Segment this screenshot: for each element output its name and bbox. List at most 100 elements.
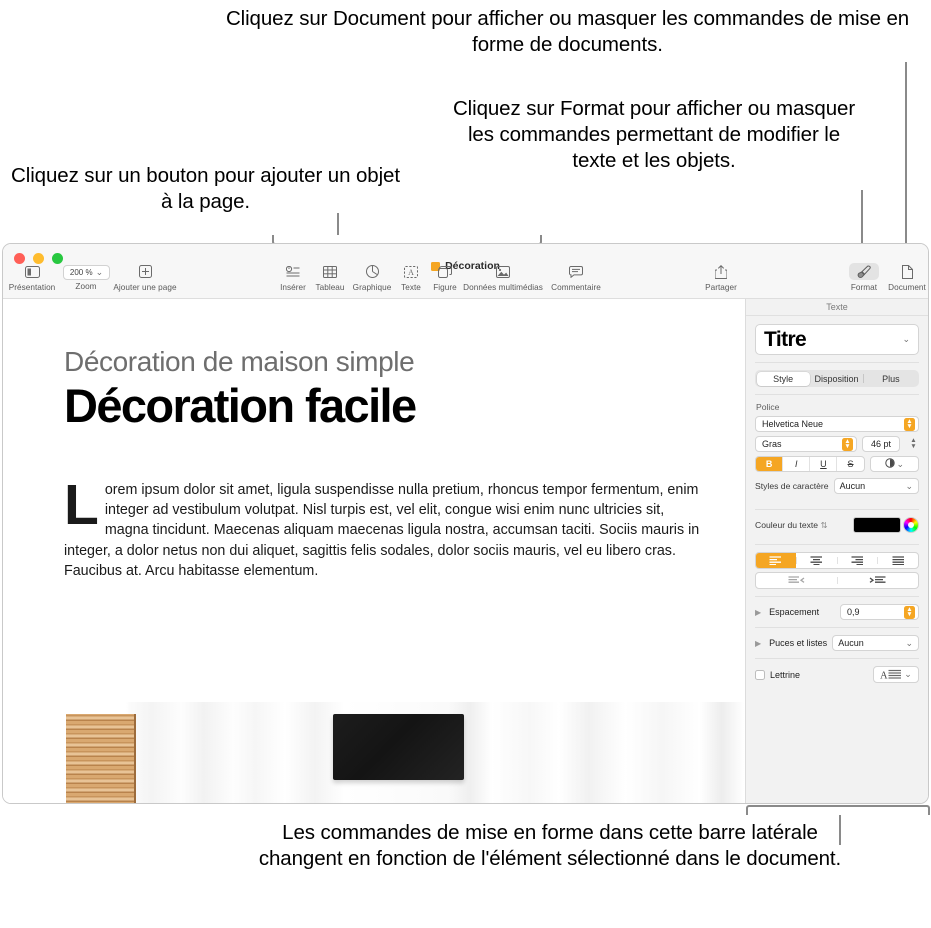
document-icon: [894, 263, 921, 280]
toolbar-label-add-page: Ajouter une page: [113, 283, 177, 292]
font-size-field[interactable]: 46 pt: [862, 436, 900, 452]
font-section: Police Helvetica Neue ▲▼ Gras ▲▼ 46 pt: [746, 402, 928, 502]
callout-sidebar-text: Les commandes de mise en forme dans cett…: [258, 821, 842, 870]
chevron-down-icon: ⌄: [896, 458, 905, 469]
leader-line-sidebar-stem: [839, 815, 841, 845]
sidebar-header: Texte: [746, 299, 928, 316]
color-wheel-icon[interactable]: [903, 517, 919, 533]
document-canvas[interactable]: Décoration de maison simple Décoration f…: [3, 299, 745, 803]
italic-button[interactable]: I: [783, 457, 811, 471]
font-weight-popup[interactable]: Gras ▲ ▼: [755, 436, 857, 452]
toolbar-button-share[interactable]: Partager: [682, 263, 760, 292]
character-styles-row: Styles de caractère Aucun ⌄: [755, 478, 919, 494]
divider: [755, 362, 919, 363]
tab-plus[interactable]: Plus: [864, 372, 917, 386]
chevron-down-icon: ⌄: [905, 480, 913, 491]
align-center-button[interactable]: [797, 553, 837, 568]
share-icon: [707, 263, 735, 280]
text-options-popup[interactable]: ⌄: [869, 456, 919, 472]
leader-line-document: [905, 62, 907, 258]
divider: [755, 509, 919, 510]
indent-icon: [869, 576, 886, 583]
bold-button[interactable]: B: [756, 457, 784, 471]
format-sidebar: Texte Titre ⌄ Style Disposition Plus Pol…: [745, 299, 928, 803]
dropcap-checkbox[interactable]: [755, 669, 765, 680]
chevron-down-icon: ⌄: [95, 267, 104, 277]
spacing-field[interactable]: 0,9 ▲ ▼: [840, 604, 919, 620]
tab-disposition-label: Disposition: [814, 373, 859, 384]
divider: [755, 658, 919, 659]
dropcap-style-popup[interactable]: A ⌄: [873, 666, 919, 683]
chevron-down-icon: ⌄: [904, 669, 912, 679]
tab-style-label: Style: [773, 373, 794, 384]
sort-toggle-icon[interactable]: ⇅: [820, 520, 827, 530]
align-right-button[interactable]: [838, 553, 878, 568]
chevron-down-icon: ⌄: [905, 637, 913, 648]
toolbar-label-share: Partager: [705, 283, 737, 292]
dropcap-section: Lettrine A ⌄: [746, 666, 928, 691]
tab-disposition[interactable]: Disposition: [810, 372, 863, 386]
toolbar-label-comment: Commentaire: [551, 283, 601, 292]
bullets-row: ▶ Puces et listes Aucun ⌄: [755, 635, 919, 651]
dropcap-label: Lettrine: [770, 669, 801, 680]
font-family-popup[interactable]: Helvetica Neue ▲ ▼: [755, 416, 919, 432]
align-center-icon: [810, 556, 823, 565]
document-body-text[interactable]: Lorem ipsum dolor sit amet, ligula suspe…: [64, 473, 709, 581]
font-size-stepper-icon[interactable]: ▲ ▼: [908, 437, 919, 452]
outdent-button[interactable]: [756, 573, 837, 588]
font-weight-stepper-icon[interactable]: ▲ ▼: [842, 437, 853, 451]
divider: [755, 394, 919, 395]
divider: [755, 627, 919, 628]
disclosure-triangle-icon[interactable]: ▶: [755, 608, 761, 617]
comment-icon: [561, 263, 591, 280]
document-eyebrow[interactable]: Décoration de maison simple: [64, 346, 701, 378]
indent-button[interactable]: [838, 573, 919, 588]
typeface-style-row: B I U S ⌄: [755, 456, 919, 472]
text-color-controls: [853, 517, 919, 533]
paragraph-style-popup[interactable]: Titre ⌄: [755, 324, 919, 355]
align-justify-button[interactable]: [878, 553, 918, 568]
photo-wood-slats: [66, 714, 136, 803]
callout-insert-text: Cliquez sur un bouton pour ajouter un ob…: [11, 164, 400, 213]
bullets-popup[interactable]: Aucun ⌄: [832, 635, 919, 651]
toolbar-button-document[interactable]: Document: [868, 263, 928, 292]
indent-buttons: [755, 572, 919, 589]
sidebar-header-label: Texte: [826, 302, 848, 312]
font-weight-value: Gras: [762, 439, 782, 449]
spacing-row: ▶ Espacement 0,9 ▲ ▼: [755, 604, 919, 620]
font-family-stepper-icon[interactable]: ▲ ▼: [904, 417, 915, 431]
pages-app-window: Décoration Présentation 200 % ⌄ Zoom Ajo…: [2, 243, 929, 804]
toolbar-button-add-page[interactable]: Ajouter une page: [106, 263, 184, 292]
strikethrough-button[interactable]: S: [837, 457, 863, 471]
chevron-down-icon: ⌄: [902, 334, 910, 344]
font-section-label: Police: [756, 402, 780, 412]
character-styles-popup[interactable]: Aucun ⌄: [833, 478, 919, 494]
text-color-well[interactable]: [853, 517, 901, 533]
document-headline[interactable]: Décoration facile: [64, 379, 701, 433]
character-styles-label: Styles de caractère: [755, 481, 829, 491]
text-color-label-text: Couleur du texte: [755, 519, 819, 530]
dropcap-row: Lettrine A ⌄: [755, 666, 919, 683]
toolbar-button-comment[interactable]: Commentaire: [537, 263, 615, 292]
spacing-stepper-icon[interactable]: ▲ ▼: [904, 605, 915, 619]
toolbar-label-zoom: Zoom: [75, 282, 97, 291]
underline-button[interactable]: U: [810, 457, 838, 471]
paragraph-style-value: Titre: [764, 327, 807, 351]
character-styles-value: Aucun: [839, 481, 866, 491]
zoom-popup-button[interactable]: 200 % ⌄: [63, 265, 110, 280]
gear-text-icon: [884, 458, 895, 470]
spacing-section: ▶ Espacement 0,9 ▲ ▼: [746, 604, 928, 620]
leader-line-insert-stem: [337, 213, 339, 235]
toolbar: Décoration Présentation 200 % ⌄ Zoom Ajo…: [3, 244, 928, 299]
divider: [755, 544, 919, 545]
font-family-value: Helvetica Neue: [762, 419, 824, 429]
document-photo[interactable]: [4, 702, 744, 803]
svg-text:A: A: [880, 671, 888, 681]
tab-plus-label: Plus: [882, 373, 900, 384]
align-left-button[interactable]: [756, 553, 796, 568]
text-color-row: Couleur du texte ⇅: [755, 517, 919, 533]
font-size-value: 46 pt: [870, 439, 892, 449]
toolbar-label-media: Données multimédias: [463, 283, 543, 292]
disclosure-triangle-icon[interactable]: ▶: [755, 639, 761, 648]
tab-style[interactable]: Style: [756, 371, 810, 386]
